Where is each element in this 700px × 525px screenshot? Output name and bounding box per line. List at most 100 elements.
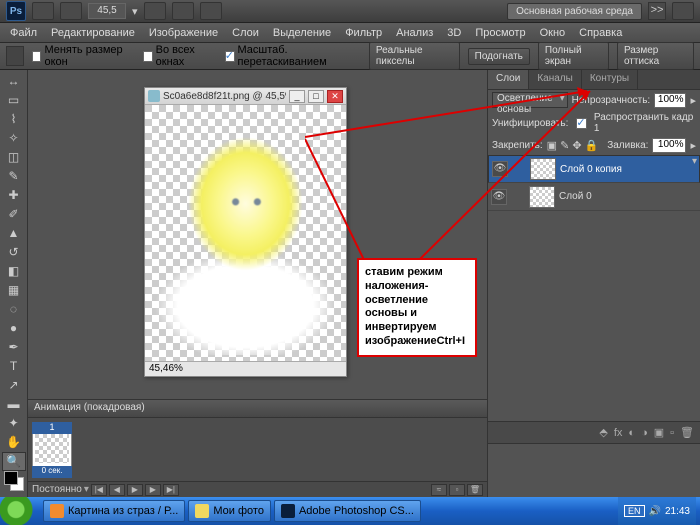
marquee-tool-icon[interactable]: ▭ <box>2 91 26 110</box>
lasso-tool-icon[interactable]: ⌇ <box>2 110 26 129</box>
prev-frame-icon[interactable]: ◀ <box>109 484 125 496</box>
document-title: Sc0a6e8d8f21t.png @ 45,5% (Сл...) <box>163 91 286 102</box>
language-indicator[interactable]: EN <box>624 505 645 517</box>
screen-mode-icon[interactable] <box>200 2 222 20</box>
heal-tool-icon[interactable]: ✚ <box>2 186 26 205</box>
path-tool-icon[interactable]: ↗ <box>2 376 26 395</box>
animation-frame[interactable]: 1 0 сек. <box>32 422 72 478</box>
eyedropper-tool-icon[interactable]: ✎ <box>2 167 26 186</box>
dodge-tool-icon[interactable]: ● <box>2 319 26 338</box>
layer-name[interactable]: Слой 0 копия <box>560 164 622 175</box>
gradient-tool-icon[interactable]: ▦ <box>2 281 26 300</box>
zoom-tool-icon[interactable] <box>6 46 24 66</box>
main-area: ↔ ▭ ⌇ ✧ ◫ ✎ ✚ ✐ ▲ ↺ ◧ ▦ ◌ ● ✒ T ↗ ▬ ✦ ✋ … <box>0 70 700 497</box>
pen-tool-icon[interactable]: ✒ <box>2 338 26 357</box>
btn-fit[interactable]: Подогнать <box>468 48 530 65</box>
animation-controls: Постоянно▾ |◀ ◀ ▶ ▶ ▶| ≈ ▫ 🗑 <box>28 481 487 497</box>
first-frame-icon[interactable]: |◀ <box>91 484 107 496</box>
delete-frame-icon[interactable]: 🗑 <box>467 484 483 496</box>
document-window[interactable]: Sc0a6e8d8f21t.png @ 45,5% (Сл...) _ □ ✕ … <box>144 87 347 377</box>
menu-window[interactable]: Окно <box>534 25 572 41</box>
tab-channels[interactable]: Каналы <box>529 70 582 89</box>
history-icon[interactable] <box>60 2 82 20</box>
layer-row[interactable]: 👁 Слой 0 <box>488 183 700 211</box>
menu-layer[interactable]: Слои <box>226 25 265 41</box>
menu-filter[interactable]: Фильтр <box>339 25 388 41</box>
tween-icon[interactable]: ≈ <box>431 484 447 496</box>
visibility-icon[interactable]: 👁 <box>491 189 507 205</box>
fx-icon[interactable]: fx <box>614 427 623 439</box>
new-frame-icon[interactable]: ▫ <box>449 484 465 496</box>
blur-tool-icon[interactable]: ◌ <box>2 300 26 319</box>
stamp-tool-icon[interactable]: ▲ <box>2 224 26 243</box>
eraser-tool-icon[interactable]: ◧ <box>2 262 26 281</box>
start-button[interactable] <box>0 497 40 525</box>
minimize-icon[interactable]: _ <box>289 90 305 103</box>
layer-name[interactable]: Слой 0 <box>559 191 592 202</box>
search-icon[interactable] <box>672 2 694 20</box>
opt-all-windows[interactable]: Во всех окнах <box>143 44 217 68</box>
maximize-icon[interactable]: □ <box>308 90 324 103</box>
hand-tool-icon[interactable]: ✋ <box>2 433 26 452</box>
loop-select[interactable]: Постоянно <box>32 484 82 495</box>
btn-full-screen[interactable]: Полный экран <box>538 42 609 70</box>
close-icon[interactable]: ✕ <box>327 90 343 103</box>
unify-label: Унифицировать: <box>492 118 568 129</box>
taskbar-item[interactable]: Мои фото <box>188 500 271 522</box>
document-titlebar[interactable]: Sc0a6e8d8f21t.png @ 45,5% (Сл...) _ □ ✕ <box>145 88 346 105</box>
animation-panel-title[interactable]: Анимация (покадровая) <box>28 400 487 418</box>
menu-image[interactable]: Изображение <box>143 25 224 41</box>
blend-mode-select[interactable]: Осветление основы <box>492 92 568 108</box>
opacity-label: Непрозрачность: <box>572 95 651 106</box>
document-canvas[interactable] <box>145 105 346 361</box>
bridge-icon[interactable] <box>32 2 54 20</box>
new-layer-icon[interactable]: ▫ <box>670 427 674 439</box>
group-icon[interactable]: ▣ <box>654 426 664 439</box>
taskbar-item[interactable]: Adobe Photoshop CS... <box>274 500 421 522</box>
zoom-tool-icon[interactable]: 🔍 <box>2 452 26 471</box>
menu-3d[interactable]: 3D <box>441 25 467 41</box>
shape-tool-icon[interactable]: ▬ <box>2 395 26 414</box>
system-tray[interactable]: EN 🔊 21:43 <box>618 497 696 525</box>
last-frame-icon[interactable]: ▶| <box>163 484 179 496</box>
menu-edit[interactable]: Редактирование <box>45 25 141 41</box>
tab-layers[interactable]: Слои <box>488 70 529 89</box>
next-frame-icon[interactable]: ▶ <box>145 484 161 496</box>
crop-tool-icon[interactable]: ◫ <box>2 148 26 167</box>
link-icon[interactable]: ⬘ <box>599 426 607 439</box>
color-swatches[interactable] <box>4 471 24 491</box>
type-tool-icon[interactable]: T <box>2 357 26 376</box>
hand-icon[interactable] <box>144 2 166 20</box>
delete-layer-icon[interactable]: 🗑 <box>680 426 694 439</box>
menu-help[interactable]: Справка <box>573 25 628 41</box>
zoom-field[interactable]: 45,5 <box>88 3 126 19</box>
propagate-checkbox[interactable] <box>576 118 587 129</box>
layer-row[interactable]: 👁 Слой 0 копия <box>488 155 700 183</box>
fill-label: Заливка: <box>607 140 648 151</box>
brush-tool-icon[interactable]: ✐ <box>2 205 26 224</box>
wand-tool-icon[interactable]: ✧ <box>2 129 26 148</box>
3d-tool-icon[interactable]: ✦ <box>2 414 26 433</box>
opt-resize[interactable]: Менять размер окон <box>32 44 135 68</box>
history-brush-icon[interactable]: ↺ <box>2 243 26 262</box>
visibility-icon[interactable]: 👁 <box>492 161 508 177</box>
menu-file[interactable]: Файл <box>4 25 43 41</box>
arrange-icon[interactable] <box>172 2 194 20</box>
menu-select[interactable]: Выделение <box>267 25 337 41</box>
menu-view[interactable]: Просмотр <box>469 25 531 41</box>
tab-paths[interactable]: Контуры <box>582 70 638 89</box>
workspace-button[interactable]: Основная рабочая среда <box>507 3 642 20</box>
play-icon[interactable]: ▶ <box>127 484 143 496</box>
taskbar-item[interactable]: Картина из страз / Р... <box>43 500 185 522</box>
btn-print-size[interactable]: Размер оттиска <box>617 42 694 70</box>
layer-panel-buttons: ⬘ fx ◐ ◑ ▣ ▫ 🗑 <box>488 421 700 443</box>
menu-analysis[interactable]: Анализ <box>390 25 439 41</box>
adjust-icon[interactable]: ◑ <box>641 427 648 439</box>
move-tool-icon[interactable]: ↔ <box>2 72 26 91</box>
mask-icon[interactable]: ◐ <box>628 427 635 439</box>
chevron-right-icon[interactable]: >> <box>648 2 666 20</box>
opt-drag-scale[interactable]: Масштаб. перетаскиванием <box>225 44 361 68</box>
fill-field[interactable]: 100% <box>652 138 686 153</box>
opacity-field[interactable]: 100% <box>654 93 686 108</box>
btn-real-pixels[interactable]: Реальные пикселы <box>369 42 460 70</box>
